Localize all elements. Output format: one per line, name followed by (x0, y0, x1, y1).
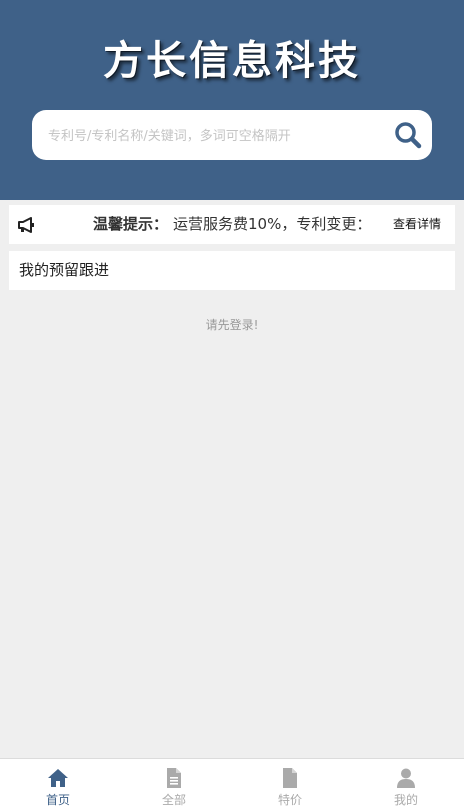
file-icon (283, 768, 297, 788)
followup-title: 我的预留跟进 (19, 261, 110, 279)
notice-bar: 温馨提示： 运营服务费10%，专利变更： 查看详情 (9, 205, 455, 244)
bottom-tabbar: 首页 全部 特价 我的 (0, 758, 464, 810)
user-icon (397, 768, 415, 788)
brand-title: 方长信息科技 (103, 38, 361, 84)
search-bar (32, 110, 432, 162)
header: 方长信息科技 (0, 0, 464, 200)
tab-label: 特价 (277, 793, 302, 807)
tab-label: 首页 (45, 793, 70, 807)
search-input[interactable] (46, 110, 380, 162)
tab-special-price[interactable]: 特价 (232, 759, 348, 810)
login-prompt: 请先登录! (205, 318, 259, 332)
tab-mine[interactable]: 我的 (348, 759, 464, 810)
tab-label: 全部 (161, 793, 186, 807)
tab-home[interactable]: 首页 (0, 759, 116, 810)
megaphone-icon (18, 217, 34, 233)
search-icon (395, 122, 422, 149)
notice-label: 温馨提示： (93, 215, 169, 233)
view-details-link[interactable]: 查看详情 (393, 205, 441, 244)
tab-all[interactable]: 全部 (116, 759, 232, 810)
home-icon (48, 769, 68, 787)
followup-section[interactable]: 我的预留跟进 (9, 251, 455, 290)
notice-text: 运营服务费10%，专利变更： (173, 215, 372, 233)
search-button[interactable] (394, 121, 422, 149)
document-icon (167, 768, 181, 788)
tab-label: 我的 (393, 793, 418, 807)
